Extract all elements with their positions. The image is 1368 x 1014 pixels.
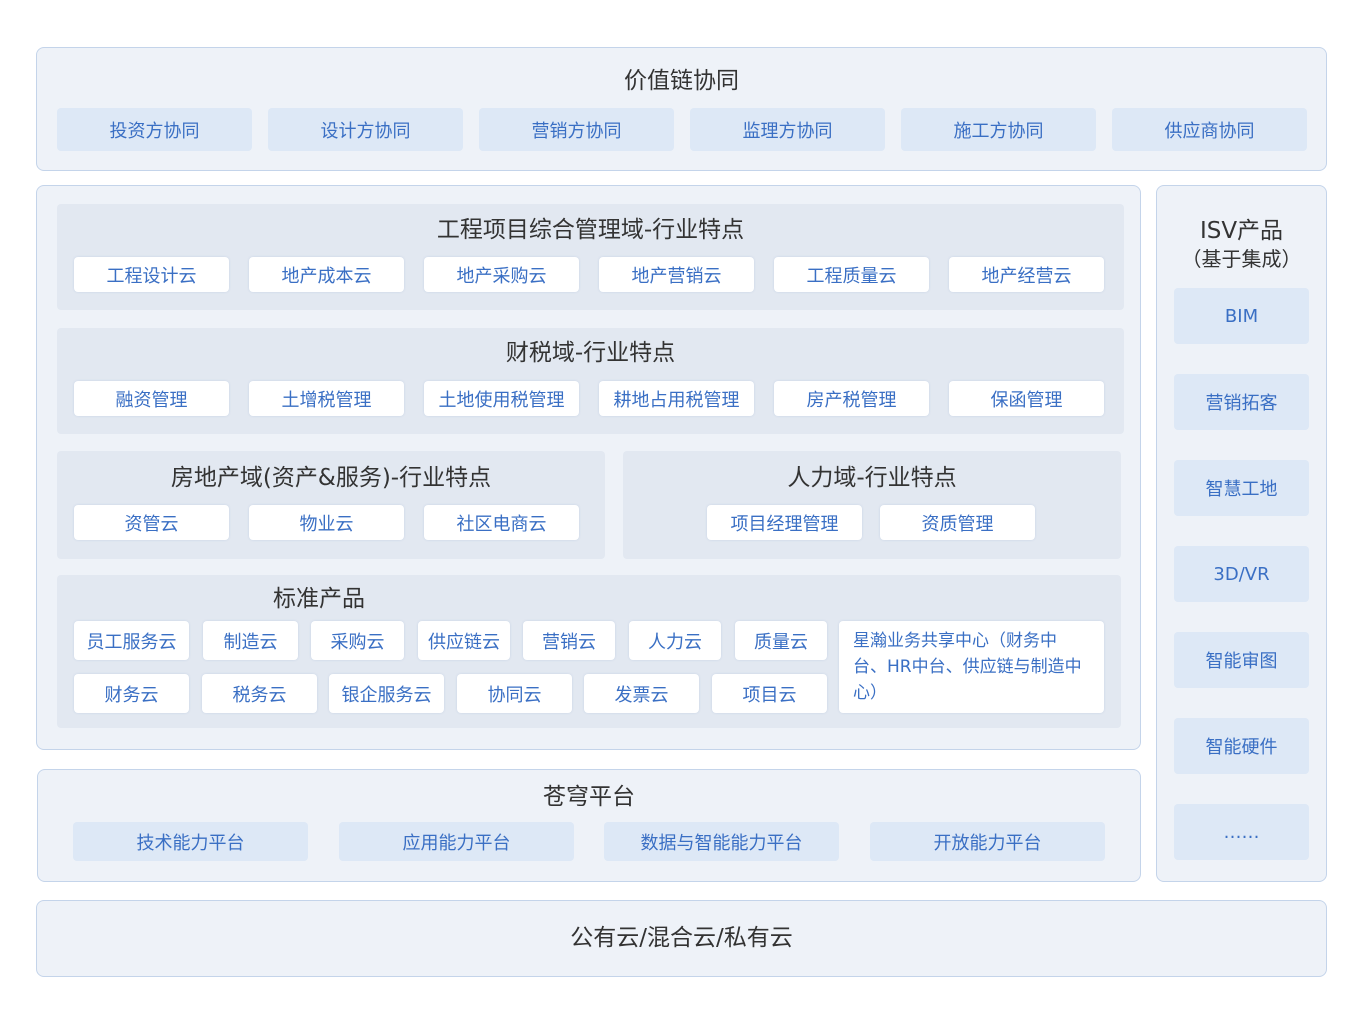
standard-item: 人力云 — [629, 621, 721, 660]
finance-tax-item: 耕地占用税管理 — [599, 381, 754, 416]
finance-tax-item: 土增税管理 — [249, 381, 404, 416]
finance-tax-domain: 财税域-行业特点 融资管理 土增税管理 土地使用税管理 耕地占用税管理 房产税管… — [57, 328, 1124, 434]
value-chain-item: 营销方协同 — [479, 108, 674, 151]
finance-tax-item: 融资管理 — [74, 381, 229, 416]
standard-products: 标准产品 员工服务云 制造云 采购云 供应链云 营销云 人力云 质量云 财务云 … — [57, 575, 1121, 728]
standard-item: 税务云 — [202, 674, 317, 713]
engineering-item: 地产采购云 — [424, 257, 579, 292]
hr-item: 资质管理 — [880, 505, 1035, 540]
platform-item: 技术能力平台 — [73, 822, 308, 861]
isv-subtitle: （基于集成） — [1181, 247, 1302, 271]
engineering-domain: 工程项目综合管理域-行业特点 工程设计云 地产成本云 地产采购云 地产营销云 工… — [57, 204, 1124, 310]
standard-item: 财务云 — [74, 674, 189, 713]
isv-item: 营销拓客 — [1174, 374, 1309, 430]
engineering-item: 工程设计云 — [74, 257, 229, 292]
value-chain-title: 价值链协同 — [624, 68, 739, 94]
finance-tax-item: 土地使用税管理 — [424, 381, 579, 416]
standard-item: 采购云 — [311, 621, 404, 660]
standard-item: 员工服务云 — [74, 621, 189, 660]
business-domain-panel: 工程项目综合管理域-行业特点 工程设计云 地产成本云 地产采购云 地产营销云 工… — [36, 185, 1141, 750]
platform-panel: 苍穹平台 技术能力平台 应用能力平台 数据与智能能力平台 开放能力平台 — [37, 769, 1141, 882]
hr-domain: 人力域-行业特点 项目经理管理 资质管理 — [623, 451, 1121, 559]
isv-item: 智慧工地 — [1174, 460, 1309, 516]
standard-item: 营销云 — [523, 621, 615, 660]
standard-item: 银企服务云 — [329, 674, 444, 713]
value-chain-item: 投资方协同 — [57, 108, 252, 151]
standard-item: 制造云 — [203, 621, 298, 660]
value-chain-item: 监理方协同 — [690, 108, 885, 151]
real-estate-item: 物业云 — [249, 505, 404, 540]
platform-item: 开放能力平台 — [870, 822, 1105, 861]
finance-tax-domain-title: 财税域-行业特点 — [505, 340, 676, 366]
engineering-domain-title: 工程项目综合管理域-行业特点 — [436, 217, 745, 243]
finance-tax-item: 房产税管理 — [774, 381, 929, 416]
real-estate-item: 资管云 — [74, 505, 229, 540]
engineering-item: 地产经营云 — [949, 257, 1104, 292]
real-estate-item: 社区电商云 — [424, 505, 579, 540]
shared-service-center: 星瀚业务共享中心（财务中台、HR中台、供应链与制造中心） — [839, 621, 1104, 713]
isv-item: 智能硬件 — [1174, 718, 1309, 774]
platform-title: 苍穹平台 — [543, 784, 635, 810]
engineering-item: 地产成本云 — [249, 257, 404, 292]
real-estate-domain-title: 房地产域(资产&服务)-行业特点 — [170, 465, 492, 491]
isv-panel: ISV产品 （基于集成） BIM 营销拓客 智慧工地 3D/VR 智能审图 智能… — [1156, 185, 1327, 882]
standard-item: 质量云 — [735, 621, 827, 660]
hr-domain-title: 人力域-行业特点 — [787, 465, 957, 491]
standard-products-title: 标准产品 — [273, 586, 365, 612]
standard-item: 发票云 — [584, 674, 699, 713]
hr-item: 项目经理管理 — [707, 505, 862, 540]
finance-tax-item: 保函管理 — [949, 381, 1104, 416]
isv-item: 3D/VR — [1174, 546, 1309, 602]
value-chain-item: 供应商协同 — [1112, 108, 1307, 151]
standard-item: 协同云 — [457, 674, 572, 713]
isv-item-bim: BIM — [1174, 288, 1309, 344]
cloud-title: 公有云/混合云/私有云 — [570, 925, 793, 951]
cloud-panel: 公有云/混合云/私有云 — [36, 900, 1327, 977]
standard-item: 供应链云 — [418, 621, 510, 660]
value-chain-item: 设计方协同 — [268, 108, 463, 151]
value-chain-item: 施工方协同 — [901, 108, 1096, 151]
standard-item: 项目云 — [712, 674, 827, 713]
engineering-item: 地产营销云 — [599, 257, 754, 292]
platform-item: 数据与智能能力平台 — [604, 822, 839, 861]
isv-item-more: …… — [1174, 804, 1309, 860]
platform-item: 应用能力平台 — [339, 822, 574, 861]
engineering-item: 工程质量云 — [774, 257, 929, 292]
isv-title: ISV产品 — [1199, 218, 1284, 244]
isv-item: 智能审图 — [1174, 632, 1309, 688]
real-estate-domain: 房地产域(资产&服务)-行业特点 资管云 物业云 社区电商云 — [57, 451, 605, 559]
value-chain-panel: 价值链协同 投资方协同 设计方协同 营销方协同 监理方协同 施工方协同 供应商协… — [36, 47, 1327, 171]
